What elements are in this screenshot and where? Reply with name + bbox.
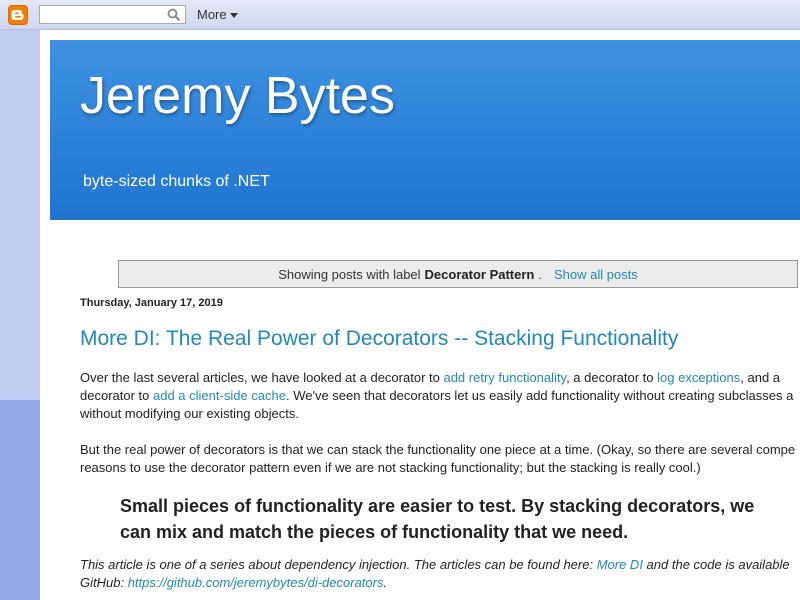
text: , a decorator to (566, 370, 658, 385)
blogger-logo-icon[interactable] (8, 5, 28, 25)
text: decorator to (80, 388, 153, 403)
paragraph: Over the last several articles, we have … (80, 369, 800, 387)
background-strip-lower (0, 400, 40, 600)
github-link[interactable]: https://github.com/jeremybytes/di-decora… (128, 575, 384, 590)
text: . We've seen that decorators let us easi… (285, 388, 794, 403)
main-content: Jeremy Bytes byte-sized chunks of .NET S… (40, 30, 800, 600)
blog-description: byte-sized chunks of .NET (83, 173, 270, 190)
search-button[interactable] (162, 5, 186, 24)
show-all-posts-link[interactable]: Show all posts (554, 267, 638, 282)
status-label: Decorator Pattern (424, 266, 535, 282)
client-side-cache-link[interactable]: add a client-side cache (153, 388, 286, 403)
post-title[interactable]: More DI: The Real Power of Decorators --… (80, 327, 678, 351)
post-body: Over the last several articles, we have … (80, 369, 800, 477)
blog-header: Jeremy Bytes byte-sized chunks of .NET (50, 40, 800, 220)
text: GitHub: (80, 575, 128, 590)
paragraph: without modifying our existing objects. (80, 406, 299, 421)
more-menu-button[interactable]: More (197, 7, 238, 22)
paragraph: decorator to add a client-side cache. We… (80, 387, 800, 405)
post-date: Thursday, January 17, 2019 (80, 297, 223, 309)
status-suffix: . (538, 266, 542, 282)
blog-title[interactable]: Jeremy Bytes (80, 66, 395, 126)
callout-text: Small pieces of functionality are easier… (120, 493, 754, 545)
label-status-message: Showing posts with label Decorator Patte… (118, 260, 798, 288)
status-prefix: Showing posts with label (278, 266, 421, 282)
text: and the code is available (642, 557, 790, 572)
more-label: More (197, 7, 227, 22)
chevron-down-icon (229, 13, 238, 18)
log-exceptions-link[interactable]: log exceptions (657, 370, 740, 385)
callout-line: can mix and match the pieces of function… (120, 522, 629, 542)
add-retry-link[interactable]: add retry functionality (443, 370, 566, 385)
paragraph: But the real power of decorators is that… (80, 442, 796, 457)
text: This article is one of a series about de… (80, 557, 597, 572)
paragraph: reasons to use the decorator pattern eve… (80, 460, 701, 475)
text: . (383, 575, 388, 590)
text: Over the last several articles, we have … (80, 370, 444, 385)
text: , and a (740, 370, 781, 385)
more-di-link[interactable]: More DI (597, 557, 643, 572)
blogger-navbar: More (0, 0, 800, 30)
callout-line: Small pieces of functionality are easier… (120, 496, 755, 516)
background-strip (0, 30, 40, 400)
search-icon (167, 8, 181, 21)
series-note: This article is one of a series about de… (80, 556, 790, 592)
